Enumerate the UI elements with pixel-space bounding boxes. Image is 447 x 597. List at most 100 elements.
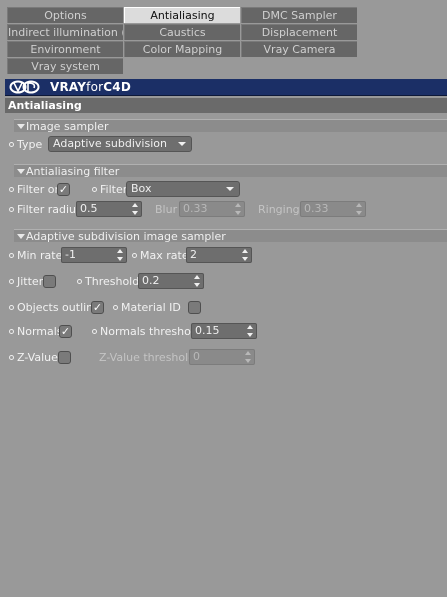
normals-threshold-value: 0.15 [195,324,220,337]
animate-dot-icon[interactable] [77,278,82,284]
group-antialiasing-filter[interactable]: Antialiasing filter [14,164,447,178]
material-id-checkbox[interactable] [188,301,201,314]
normals-threshold-input[interactable]: 0.15 [191,323,257,339]
group-adaptive-subdivision-label: Adaptive subdivision image sampler [26,230,226,243]
max-rate-value: 2 [190,248,197,261]
tab-environment[interactable]: Environment [7,41,123,57]
zvalue-threshold-input[interactable]: 0 [189,349,255,365]
spinner-arrows-icon[interactable] [245,351,251,363]
tab-color-mapping[interactable]: Color Mapping [124,41,240,57]
checkmark-icon: ✓ [58,183,69,196]
zvalue-threshold-label: Z-Value threshold [99,350,196,364]
normals-field: Normals [9,323,63,339]
spinner-arrows-icon[interactable] [242,249,248,261]
threshold-input[interactable]: 0.2 [138,273,204,289]
animate-dot-icon[interactable] [9,278,14,284]
tab-options[interactable]: Options [7,7,123,23]
vray-logo-icon [9,80,40,94]
tab-antialiasing[interactable]: Antialiasing [124,7,240,23]
filter-on-checkbox[interactable]: ✓ [57,183,70,196]
animate-dot-icon[interactable] [9,141,14,147]
zvalue-label: Z-Value [17,350,58,364]
group-image-sampler[interactable]: Image sampler [14,119,447,133]
animate-dot-icon[interactable] [9,206,14,212]
jitter-field: Jitter [9,273,43,289]
tab-vray-camera[interactable]: Vray Camera [241,41,357,57]
threshold-label: Threshold [85,274,140,288]
filter-dropdown-value: Box [131,182,152,195]
checkmark-icon: ✓ [92,301,103,314]
max-rate-input[interactable]: 2 [186,247,252,263]
collapse-triangle-icon[interactable] [17,124,25,129]
filter-radius-label: Filter radius [17,202,82,216]
chevron-down-icon [226,187,234,191]
animate-dot-icon[interactable] [9,252,14,258]
material-id-label: Material ID [121,300,181,314]
filter-radius-field: Filter radius [9,201,82,217]
spinner-arrows-icon[interactable] [235,203,241,215]
animate-dot-icon[interactable] [132,252,137,258]
group-adaptive-subdivision[interactable]: Adaptive subdivision image sampler [14,229,447,243]
objects-outline-checkbox[interactable]: ✓ [91,301,104,314]
objects-outline-label: Objects outline [17,300,100,314]
blur-value: 0.33 [183,202,208,215]
filter-radius-input[interactable]: 0.5 [76,201,142,217]
min-rate-label: Min rate [17,248,63,262]
material-id-field: Material ID [113,299,181,315]
animate-dot-icon[interactable] [9,354,14,360]
animate-dot-icon[interactable] [113,304,118,310]
min-rate-input[interactable]: -1 [61,247,127,263]
filter-label: Filter [100,182,128,196]
type-dropdown[interactable]: Adaptive subdivision [48,136,192,152]
spinner-arrows-icon[interactable] [194,275,200,287]
chevron-down-icon [178,142,186,146]
zvalue-threshold-value: 0 [193,350,200,363]
blur-input[interactable]: 0.33 [179,201,245,217]
page-title: Antialiasing [5,98,447,113]
normals-threshold-field: Normals threshold [92,323,201,339]
ringing-value: 0.33 [304,202,329,215]
group-image-sampler-label: Image sampler [26,120,109,133]
tab-vray-system[interactable]: Vray system [7,58,123,74]
normals-label: Normals [17,324,63,338]
settings-tabs: Options Antialiasing DMC Sampler Indirec… [7,7,359,75]
normals-threshold-label: Normals threshold [100,324,201,338]
ringing-input[interactable]: 0.33 [300,201,366,217]
jitter-checkbox[interactable] [43,275,56,288]
filter-radius-value: 0.5 [80,202,98,215]
filter-field: Filter [92,181,127,197]
threshold-value: 0.2 [142,274,160,287]
threshold-field: Threshold [77,273,139,289]
spinner-arrows-icon[interactable] [132,203,138,215]
min-rate-value: -1 [65,248,76,261]
tab-indirect-illumination[interactable]: Indirect illumination (GI) [7,24,123,40]
filter-dropdown[interactable]: Box [126,181,240,197]
vray-logo-text: VRAYforC4D [50,80,131,94]
normals-checkbox[interactable]: ✓ [59,325,72,338]
spinner-arrows-icon[interactable] [247,325,253,337]
animate-dot-icon[interactable] [92,186,97,192]
spinner-arrows-icon[interactable] [356,203,362,215]
tab-displacement[interactable]: Displacement [241,24,357,40]
ringing-label: Ringing [258,202,300,216]
zvalue-threshold-field: Z-Value threshold [99,349,195,365]
collapse-triangle-icon[interactable] [17,169,25,174]
zvalue-field: Z-Value [9,349,58,365]
collapse-triangle-icon[interactable] [17,234,25,239]
animate-dot-icon[interactable] [9,186,14,192]
checkmark-icon: ✓ [60,325,71,338]
ringing-field: Ringing [258,201,300,217]
zvalue-checkbox[interactable] [58,351,71,364]
max-rate-field: Max rate [132,247,189,263]
filter-on-label: Filter on [17,182,62,196]
filter-on-field: Filter on [9,181,61,197]
tab-dmc-sampler[interactable]: DMC Sampler [241,7,357,23]
type-field: Type [9,136,42,152]
animate-dot-icon[interactable] [9,328,14,334]
jitter-label: Jitter [17,274,44,288]
max-rate-label: Max rate [140,248,189,262]
animate-dot-icon[interactable] [9,304,14,310]
tab-caustics[interactable]: Caustics [124,24,240,40]
animate-dot-icon[interactable] [92,328,97,334]
spinner-arrows-icon[interactable] [117,249,123,261]
